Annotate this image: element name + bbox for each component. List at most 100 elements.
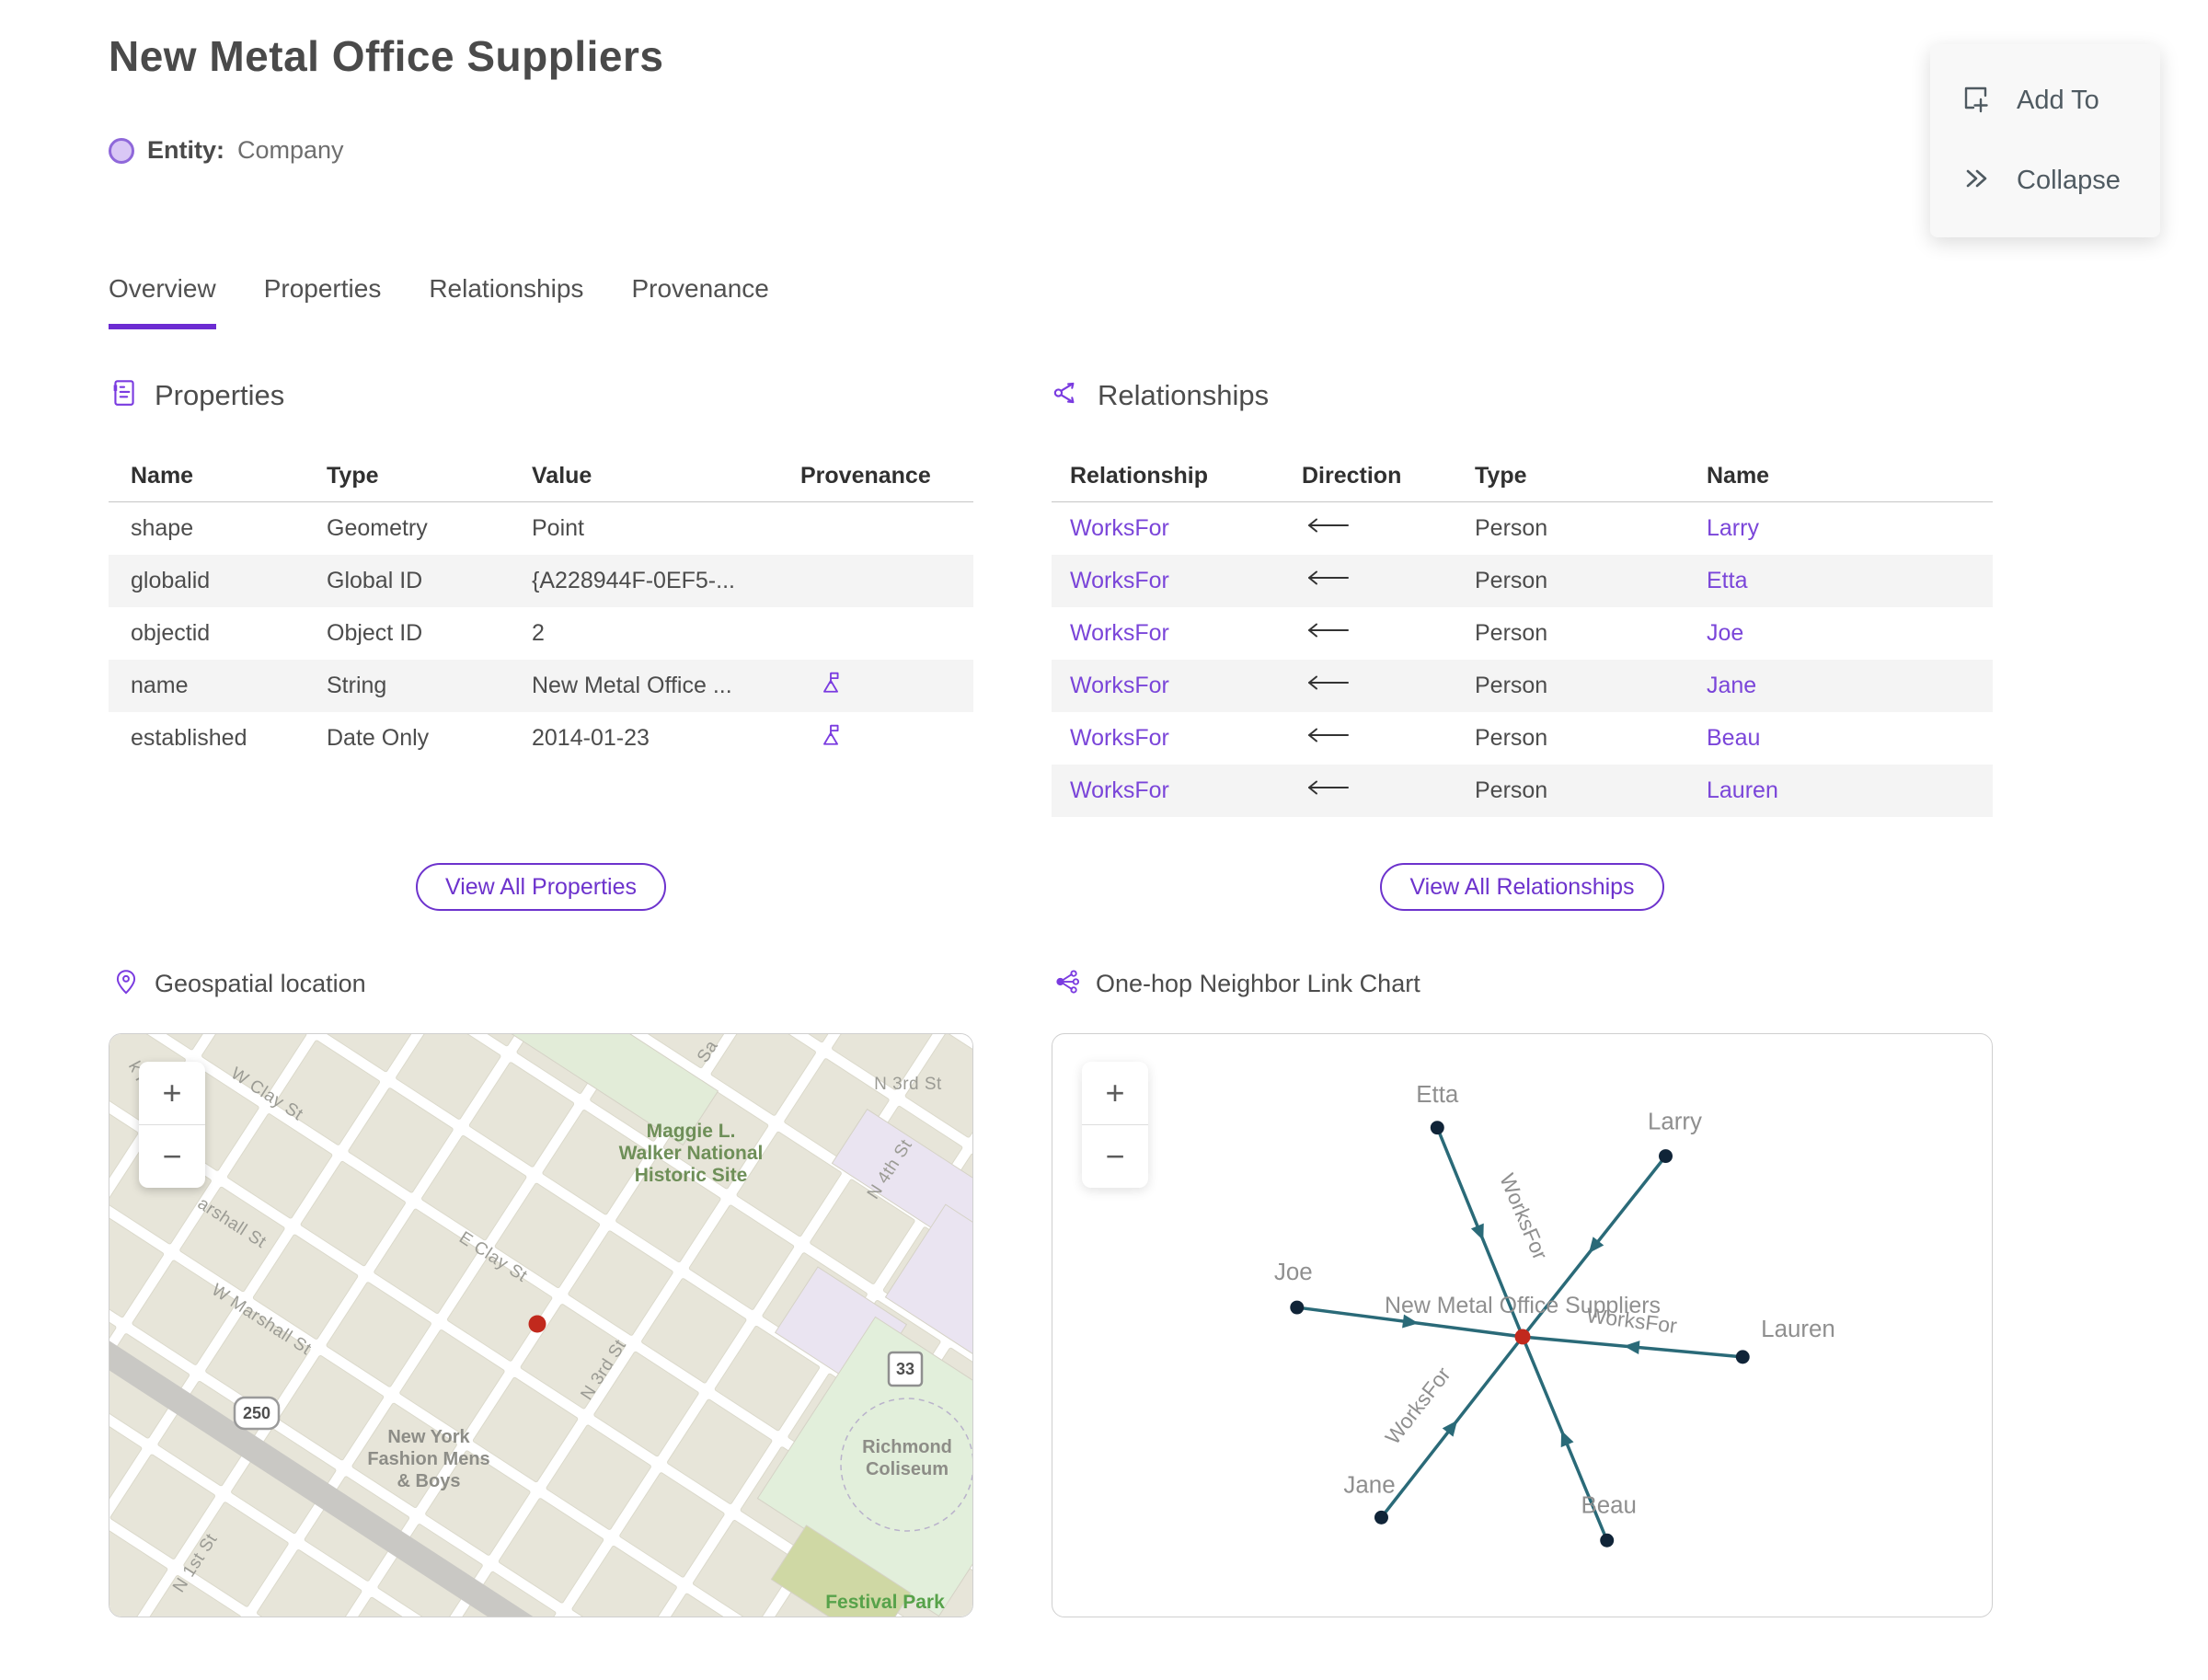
entity-summary: Entity: Company <box>109 136 344 165</box>
collapse-button[interactable]: Collapse <box>1930 141 2160 221</box>
provenance-flag-icon[interactable] <box>819 724 843 753</box>
properties-table-header: Name Type Value Provenance <box>109 451 973 502</box>
map-zoom-out-button[interactable]: − <box>139 1125 205 1188</box>
property-row: name String New Metal Office ... <box>109 660 973 712</box>
link-chart-zoom-control: + − <box>1082 1062 1148 1188</box>
svg-text:33: 33 <box>896 1360 914 1378</box>
graph-center-label: New Metal Office Suppliers <box>1385 1293 1661 1318</box>
graph-node-label: Larry <box>1648 1110 1702 1135</box>
tab-provenance[interactable]: Provenance <box>631 274 768 329</box>
related-entity-link[interactable]: Etta <box>1707 568 1993 594</box>
column-header: Direction <box>1302 463 1402 489</box>
property-name: established <box>131 725 247 751</box>
graph-node-label: Joe <box>1274 1260 1313 1285</box>
graph-center-node[interactable] <box>1514 1329 1531 1345</box>
direction-arrow-icon <box>1302 777 1475 804</box>
graph-node-jane[interactable] <box>1374 1510 1388 1525</box>
related-entity-type: Person <box>1475 515 1548 541</box>
add-to-label: Add To <box>2017 86 2099 115</box>
relationship-link[interactable]: WorksFor <box>1070 777 1302 804</box>
column-header: Type <box>327 463 379 489</box>
map-entity-marker[interactable] <box>528 1315 546 1333</box>
property-row: established Date Only 2014-01-23 <box>109 712 973 765</box>
column-header: Type <box>1475 463 1527 489</box>
tab-properties[interactable]: Properties <box>264 274 382 329</box>
graph-node-larry[interactable] <box>1659 1149 1673 1164</box>
relationships-table-body: WorksFor Person Larry WorksFor Person Etta Wor… <box>1052 502 1993 817</box>
street-label: N 3rd St <box>874 1075 942 1094</box>
tab-overview[interactable]: Overview <box>109 274 216 329</box>
graph-node-label: Jane <box>1343 1472 1395 1498</box>
map-pin-icon <box>112 968 140 1000</box>
related-entity-link[interactable]: Larry <box>1707 515 1993 542</box>
related-entity-type: Person <box>1475 568 1548 593</box>
graph-node-lauren[interactable] <box>1735 1350 1750 1364</box>
geospatial-section-header: Geospatial location <box>112 968 366 1000</box>
basemap[interactable]: k RdW Clay StSaarshall StW Marshall StE … <box>109 1034 973 1617</box>
view-all-properties-button[interactable]: View All Properties <box>416 863 666 911</box>
entity-label: Entity: <box>147 136 224 164</box>
properties-icon <box>109 377 140 413</box>
poi-label: Festival Park <box>825 1592 945 1613</box>
graph-node-label: Beau <box>1581 1492 1637 1518</box>
link-chart-panel[interactable]: + − WorksFor WorksFor WorksFor Etta Larry Joe… <box>1052 1033 1993 1617</box>
map-panel[interactable]: + − k RdW Clay StSaarshall StW Marshall … <box>109 1033 973 1617</box>
column-header: Relationship <box>1070 463 1209 489</box>
properties-table-body: shape Geometry Point globalid Global ID {A228… <box>109 502 973 765</box>
relationship-link[interactable]: WorksFor <box>1070 673 1302 699</box>
property-name: objectid <box>131 620 211 646</box>
view-all-relationships-button[interactable]: View All Relationships <box>1380 863 1664 911</box>
direction-arrow-icon <box>1302 620 1475 647</box>
property-name: shape <box>131 515 194 541</box>
add-to-button[interactable]: Add To <box>1930 61 2160 141</box>
related-entity-link[interactable]: Beau <box>1707 725 1993 752</box>
link-chart-zoom-in-button[interactable]: + <box>1082 1062 1148 1125</box>
property-name: name <box>131 673 189 698</box>
relationship-row: WorksFor Person Lauren <box>1052 765 1993 817</box>
link-chart-zoom-out-button[interactable]: − <box>1082 1125 1148 1188</box>
graph-node-joe[interactable] <box>1290 1300 1305 1315</box>
related-entity-type: Person <box>1475 620 1548 646</box>
properties-table: Name Type Value Provenance shape Geometry… <box>109 451 973 765</box>
add-to-icon <box>1958 81 1993 121</box>
relationship-row: WorksFor Person Jane <box>1052 660 1993 712</box>
geospatial-section-title: Geospatial location <box>155 970 366 997</box>
graph-node-label: Lauren <box>1761 1317 1835 1342</box>
svg-text:250: 250 <box>243 1404 270 1422</box>
route-shield: 33 <box>887 1351 924 1387</box>
page-title: New Metal Office Suppliers <box>109 32 664 80</box>
properties-section-title: Properties <box>155 378 285 411</box>
column-header: Name <box>131 463 194 489</box>
provenance-flag-icon[interactable] <box>819 672 843 700</box>
column-header: Name <box>1707 463 1770 489</box>
link-chart-section-header: One-hop Neighbor Link Chart <box>1053 968 1420 1000</box>
relationship-link[interactable]: WorksFor <box>1070 515 1302 542</box>
property-row: globalid Global ID {A228944F-0EF5-... <box>109 555 973 607</box>
tab-bar: Overview Properties Relationships Provenanc… <box>109 274 769 329</box>
property-name: globalid <box>131 568 211 593</box>
related-entity-link[interactable]: Joe <box>1707 620 1993 647</box>
relationships-section-title: Relationships <box>1098 378 1270 411</box>
tab-relationships[interactable]: Relationships <box>429 274 583 329</box>
related-entity-link[interactable]: Lauren <box>1707 777 1993 804</box>
map-zoom-control: + − <box>139 1062 205 1188</box>
property-value: 2014-01-23 <box>532 725 650 751</box>
related-entity-type: Person <box>1475 725 1548 751</box>
relationship-link[interactable]: WorksFor <box>1070 620 1302 647</box>
graph-edge-label: WorksFor <box>1495 1170 1553 1263</box>
related-entity-type: Person <box>1475 673 1548 698</box>
link-chart-icon <box>1053 968 1081 1000</box>
property-row: shape Geometry Point <box>109 502 973 555</box>
link-chart[interactable]: WorksForWorksForWorksForEttaLarryJoeLaur… <box>1052 1034 1992 1617</box>
direction-arrow-icon <box>1302 515 1475 542</box>
related-entity-link[interactable]: Jane <box>1707 673 1993 699</box>
graph-node-beau[interactable] <box>1600 1533 1615 1548</box>
collapse-label: Collapse <box>2017 166 2121 195</box>
relationship-link[interactable]: WorksFor <box>1070 725 1302 752</box>
relationship-link[interactable]: WorksFor <box>1070 568 1302 594</box>
graph-node-etta[interactable] <box>1430 1121 1444 1135</box>
entity-type-icon <box>109 137 134 164</box>
relationship-row: WorksFor Person Joe <box>1052 607 1993 660</box>
property-provenance <box>800 671 973 701</box>
map-zoom-in-button[interactable]: + <box>139 1062 205 1125</box>
